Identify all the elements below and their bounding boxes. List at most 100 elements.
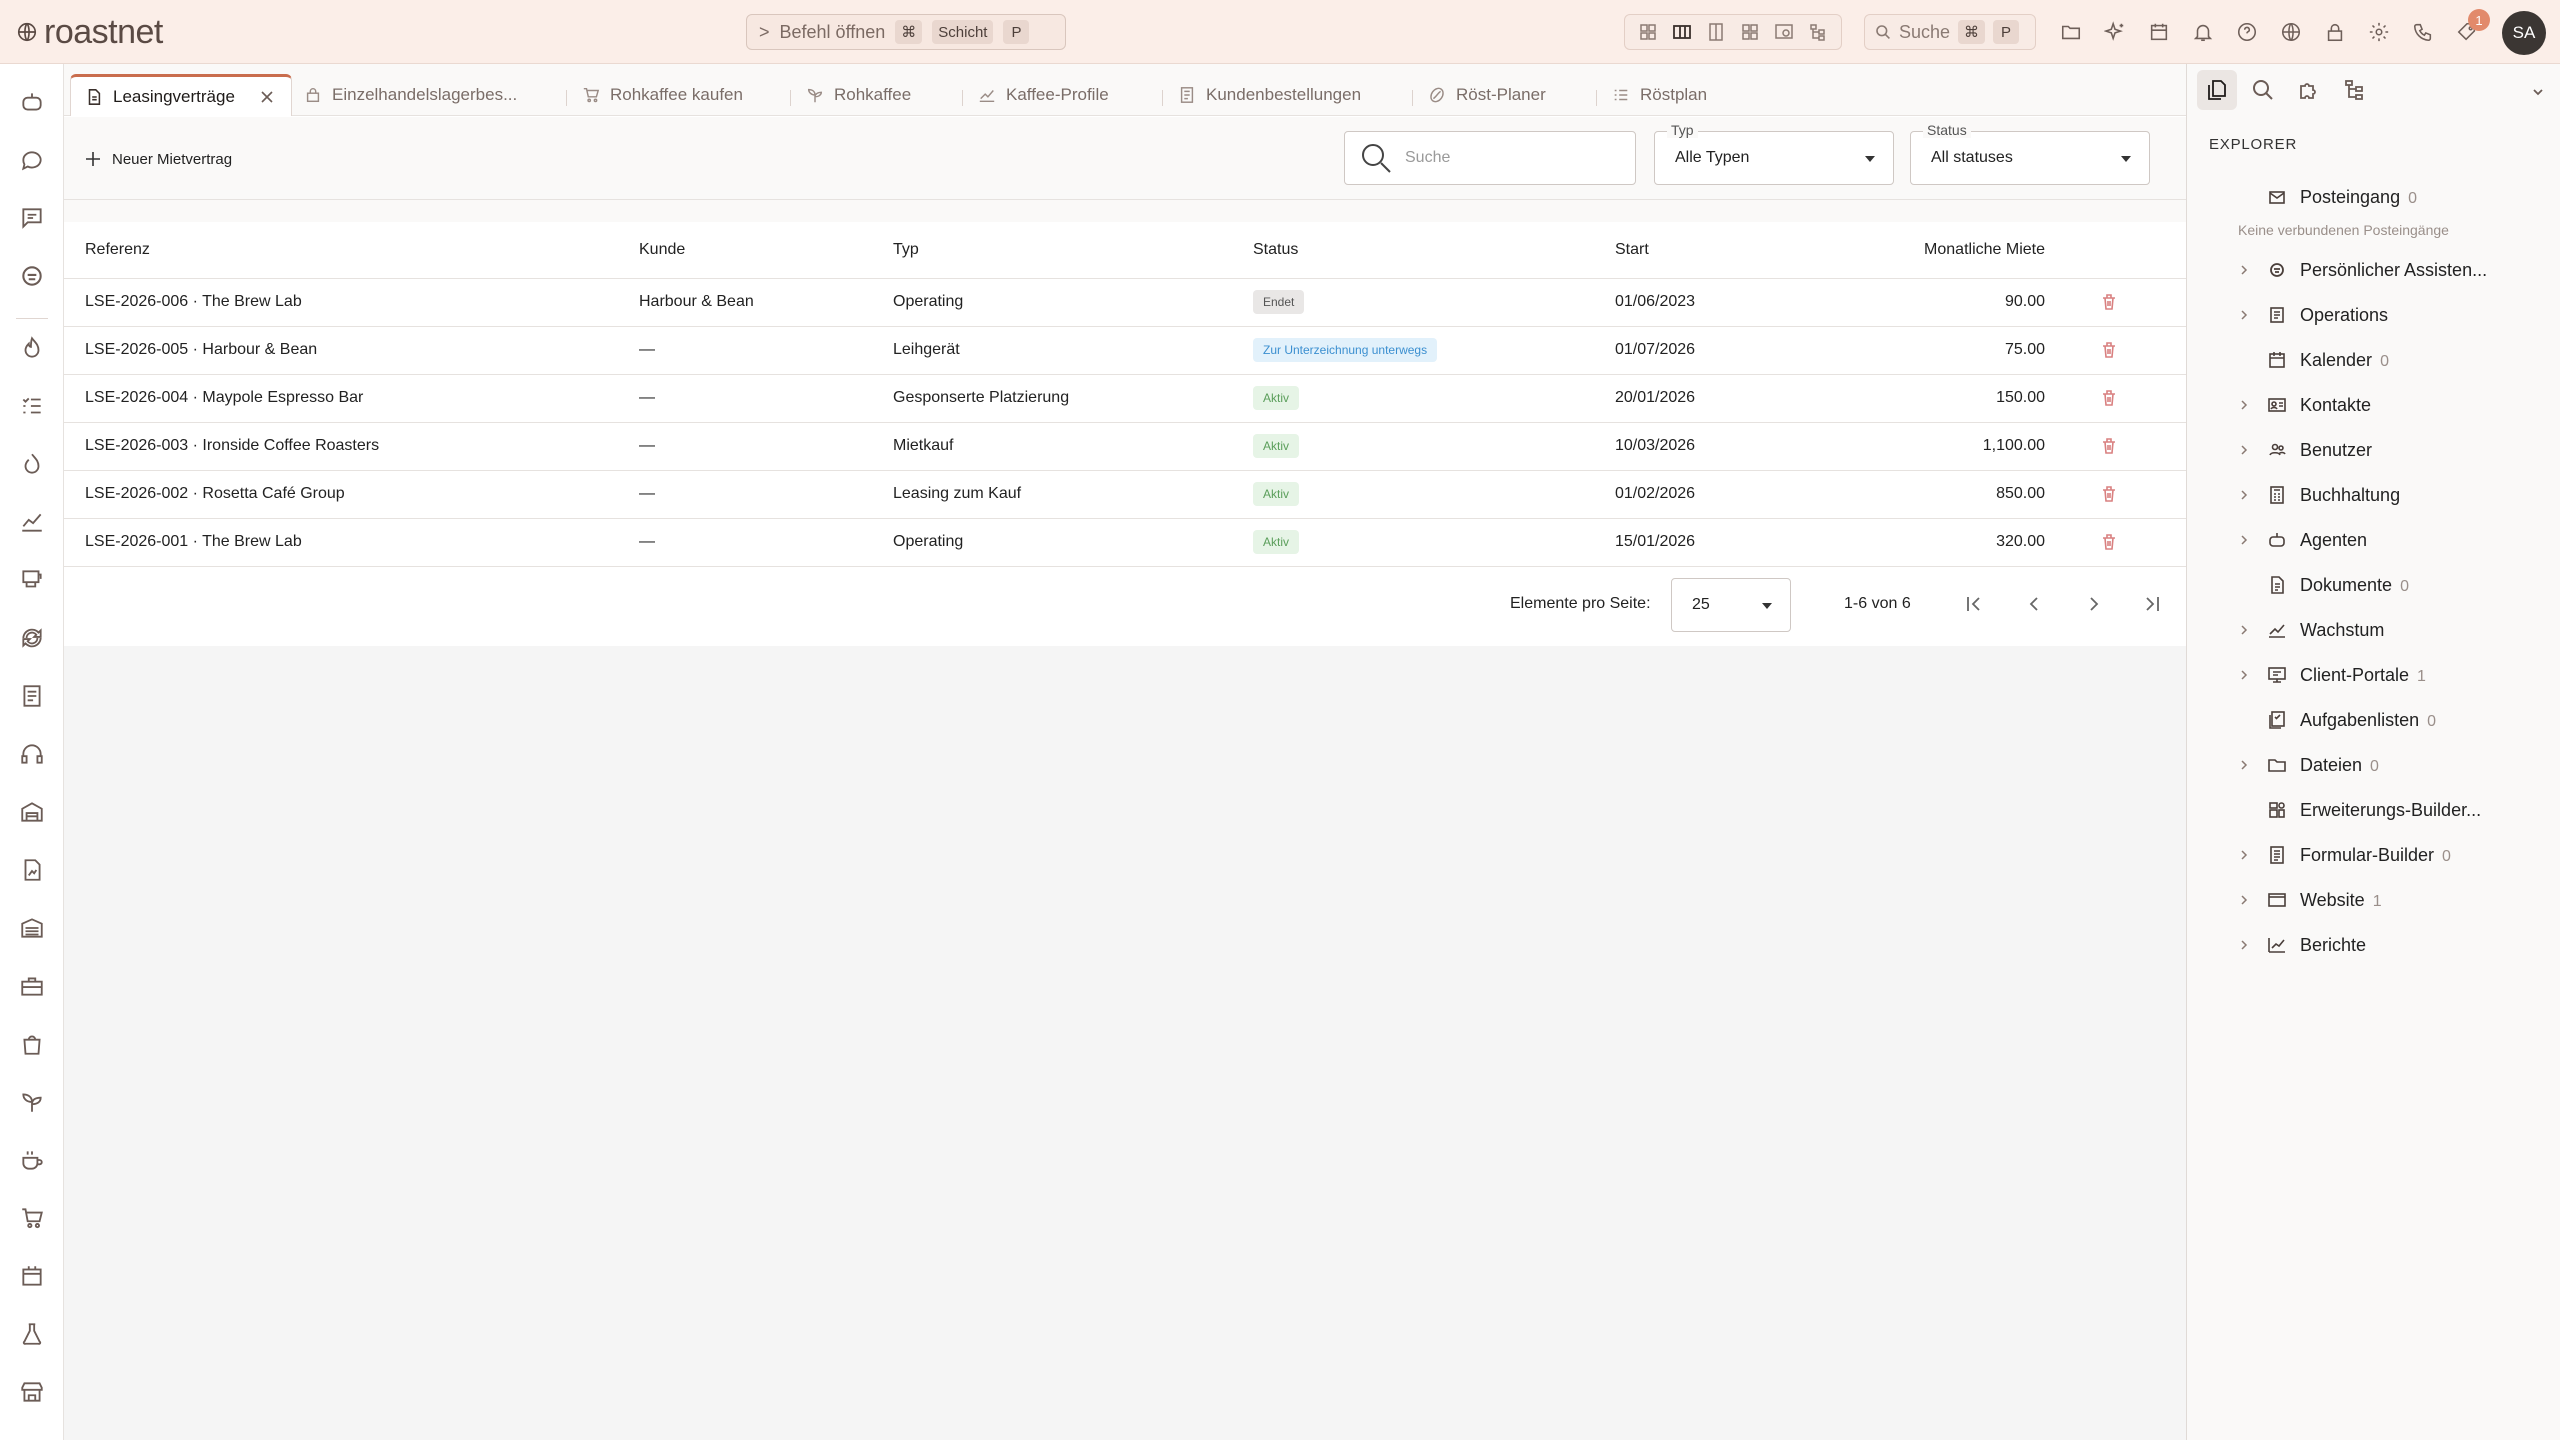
calendar-button[interactable] bbox=[2144, 17, 2174, 47]
table-row[interactable]: LSE-2026-003 · Ironside Coffee Roasters … bbox=[64, 422, 2186, 471]
new-lease-button[interactable]: Neuer Mietvertrag bbox=[84, 143, 232, 175]
type-filter-select[interactable]: Typ Alle Typen bbox=[1654, 122, 1894, 185]
rail-analytics[interactable] bbox=[16, 506, 48, 538]
tree-item-operations[interactable]: Operations bbox=[2187, 300, 2560, 330]
chevron-right-icon[interactable] bbox=[2237, 668, 2251, 682]
rail-tasks[interactable] bbox=[16, 390, 48, 422]
table-row[interactable]: LSE-2026-005 · Harbour & Bean — Leihgerä… bbox=[64, 326, 2186, 375]
tree-item-kontakte[interactable]: Kontakte bbox=[2187, 390, 2560, 420]
tab-rohkaffee-kaufen[interactable]: Rohkaffee kaufen bbox=[568, 74, 757, 116]
tab-kundenbestellungen[interactable]: Kundenbestellungen bbox=[1164, 74, 1375, 116]
layout-tree-icon[interactable] bbox=[1808, 22, 1828, 42]
rail-heat[interactable] bbox=[16, 448, 48, 480]
rail-machines[interactable] bbox=[16, 564, 48, 596]
trash-icon[interactable] bbox=[2099, 340, 2119, 360]
chevron-right-icon[interactable] bbox=[2237, 533, 2251, 547]
rail-lab[interactable] bbox=[16, 1318, 48, 1350]
user-avatar[interactable]: SA bbox=[2502, 11, 2546, 55]
status-filter-select[interactable]: Status All statuses bbox=[1910, 122, 2150, 185]
column-header-kunde[interactable]: Kunde bbox=[639, 222, 893, 279]
updates-button[interactable]: 1 bbox=[2452, 9, 2490, 47]
layout-columns-icon[interactable] bbox=[1672, 22, 1692, 42]
tab-rohkaffee[interactable]: Rohkaffee bbox=[792, 74, 925, 116]
rail-green-coffee[interactable] bbox=[16, 1086, 48, 1118]
column-header-start[interactable]: Start bbox=[1615, 222, 1825, 279]
rail-shop[interactable] bbox=[16, 1028, 48, 1060]
chevron-right-icon[interactable] bbox=[2237, 308, 2251, 322]
first-page-icon[interactable] bbox=[1962, 592, 1986, 616]
rail-sync[interactable] bbox=[16, 622, 48, 654]
phone-button[interactable] bbox=[2408, 17, 2438, 47]
tree-item-wachstum[interactable]: Wachstum bbox=[2187, 615, 2560, 645]
layout-grid-icon[interactable] bbox=[1638, 22, 1658, 42]
per-page-select[interactable]: 25 bbox=[1671, 578, 1791, 632]
rail-warehouse[interactable] bbox=[16, 796, 48, 828]
rail-cafe[interactable] bbox=[16, 1144, 48, 1176]
layout-split-icon[interactable] bbox=[1706, 22, 1726, 42]
tab-roest-planer[interactable]: Röst-Planer bbox=[1414, 74, 1560, 116]
column-header-monatliche-miete[interactable]: Monatliche Miete bbox=[1825, 222, 2045, 279]
close-icon[interactable] bbox=[259, 89, 275, 105]
chevron-right-icon[interactable] bbox=[2237, 893, 2251, 907]
chevron-right-icon[interactable] bbox=[2237, 848, 2251, 862]
tab-roestplan[interactable]: Röstplan bbox=[1598, 74, 1721, 116]
tree-item-posteingang[interactable]: Posteingang 0 bbox=[2187, 182, 2560, 212]
settings-button[interactable] bbox=[2364, 17, 2394, 47]
extensions-tab[interactable] bbox=[2289, 70, 2329, 110]
column-header-typ[interactable]: Typ bbox=[893, 222, 1253, 279]
tree-item-agenten[interactable]: Agenten bbox=[2187, 525, 2560, 555]
chevron-right-icon[interactable] bbox=[2237, 938, 2251, 952]
layout-tiles-icon[interactable] bbox=[1740, 22, 1760, 42]
brand-logo[interactable]: roastnet bbox=[16, 12, 163, 52]
rail-assistant[interactable] bbox=[16, 86, 48, 118]
folder-button[interactable] bbox=[2056, 17, 2086, 47]
rail-inventory[interactable] bbox=[16, 912, 48, 944]
rail-cart[interactable] bbox=[16, 1202, 48, 1234]
rail-messages[interactable] bbox=[16, 202, 48, 234]
rail-store[interactable] bbox=[16, 1260, 48, 1292]
column-header-status[interactable]: Status bbox=[1253, 222, 1615, 279]
notifications-button[interactable] bbox=[2188, 17, 2218, 47]
table-row[interactable]: LSE-2026-006 · The Brew Lab Harbour & Be… bbox=[64, 278, 2186, 327]
tab-einzelhandelslager[interactable]: Einzelhandelslagerbes... bbox=[290, 74, 531, 116]
global-search-button[interactable]: Suche ⌘ P bbox=[1864, 14, 2036, 50]
command-palette-button[interactable]: > Befehl öffnen ⌘ Schicht P bbox=[746, 14, 1066, 50]
chevron-right-icon[interactable] bbox=[2237, 623, 2251, 637]
chevron-down-icon[interactable] bbox=[2530, 84, 2546, 100]
column-header-referenz[interactable]: Referenz bbox=[64, 222, 639, 279]
rail-support[interactable] bbox=[16, 738, 48, 770]
rail-agent[interactable] bbox=[16, 260, 48, 292]
trash-icon[interactable] bbox=[2099, 484, 2119, 504]
rail-chat[interactable] bbox=[16, 144, 48, 176]
tree-item-buchhaltung[interactable]: Buchhaltung bbox=[2187, 480, 2560, 510]
ai-sparkle-button[interactable] bbox=[2100, 17, 2130, 47]
trash-icon[interactable] bbox=[2099, 388, 2119, 408]
next-page-icon[interactable] bbox=[2082, 592, 2106, 616]
tree-item-aufgabenlisten[interactable]: Aufgabenlisten 0 bbox=[2187, 705, 2560, 735]
tree-item-formular-builder[interactable]: Formular-Builder 0 bbox=[2187, 840, 2560, 870]
rail-reports[interactable] bbox=[16, 854, 48, 886]
hierarchy-tab[interactable] bbox=[2335, 70, 2375, 110]
tab-leasingvertraege[interactable]: Leasingverträge bbox=[70, 74, 292, 116]
tree-item-website[interactable]: Website 1 bbox=[2187, 885, 2560, 915]
tree-item-dateien[interactable]: Dateien 0 bbox=[2187, 750, 2560, 780]
tree-item-dokumente[interactable]: Dokumente 0 bbox=[2187, 570, 2560, 600]
tree-item-persoenlicher-assistent[interactable]: Persönlicher Assisten... bbox=[2187, 255, 2560, 285]
search-input[interactable] bbox=[1405, 149, 1605, 167]
tree-item-client-portale[interactable]: Client-Portale 1 bbox=[2187, 660, 2560, 690]
help-button[interactable] bbox=[2232, 17, 2262, 47]
trash-icon[interactable] bbox=[2099, 436, 2119, 456]
prev-page-icon[interactable] bbox=[2022, 592, 2046, 616]
tab-kaffee-profile[interactable]: Kaffee-Profile bbox=[964, 74, 1123, 116]
table-row[interactable]: LSE-2026-002 · Rosetta Café Group — Leas… bbox=[64, 470, 2186, 519]
chevron-right-icon[interactable] bbox=[2237, 263, 2251, 277]
tree-item-erweiterungs-builder[interactable]: Erweiterungs-Builder... bbox=[2187, 795, 2560, 825]
tree-item-kalender[interactable]: Kalender 0 bbox=[2187, 345, 2560, 375]
chevron-right-icon[interactable] bbox=[2237, 398, 2251, 412]
language-button[interactable] bbox=[2276, 17, 2306, 47]
search-tab[interactable] bbox=[2243, 70, 2283, 110]
layout-browser-icon[interactable] bbox=[1774, 22, 1794, 42]
trash-icon[interactable] bbox=[2099, 292, 2119, 312]
lock-button[interactable] bbox=[2320, 17, 2350, 47]
rail-roasting[interactable] bbox=[16, 332, 48, 364]
